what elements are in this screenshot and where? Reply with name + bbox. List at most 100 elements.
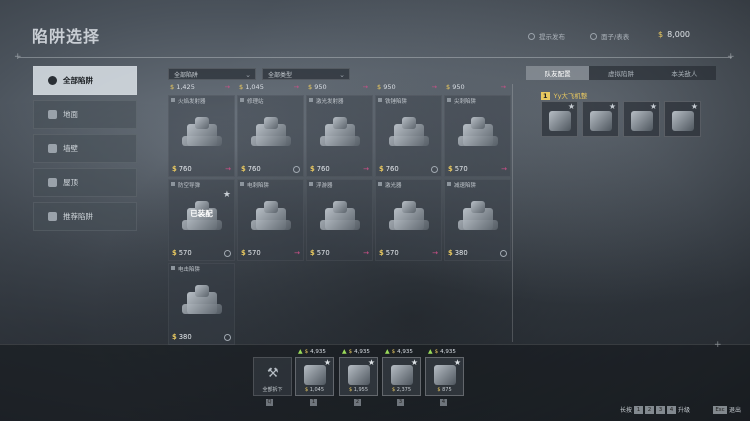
trap-icon [304, 365, 326, 385]
hotkey-label: 1 [310, 399, 317, 406]
gear-icon [224, 250, 231, 257]
teammate-trap-slot[interactable]: ★ [623, 101, 660, 137]
trap-name: 浮游器 [309, 182, 333, 189]
corner-mark: + [714, 340, 722, 350]
trap-model-image [386, 114, 433, 154]
trap-model-image [455, 198, 502, 238]
trap-card[interactable]: 激光器 $570 → [375, 179, 442, 261]
sidebar-item-floor[interactable]: 地面 [33, 100, 137, 129]
trap-price: $380 [172, 333, 192, 341]
hotbar-slot-3[interactable]: ★ $ 2,375 [382, 357, 421, 396]
upgrade-arrow-icon: ▲ [428, 348, 433, 355]
teammate-trap-slot[interactable]: ★ [541, 101, 578, 137]
tab-level-enemies[interactable]: 本关敌人 [653, 66, 716, 80]
remove-all-slot[interactable]: ⚒ 全部拆下 [253, 357, 292, 396]
trap-name: 火焰发射器 [171, 98, 206, 105]
trap-model-image [179, 282, 226, 322]
trap-card[interactable]: 电击陷阱 $380 [168, 263, 235, 345]
tab-team-config[interactable]: 队友配置 [526, 66, 590, 80]
right-panel-tabs: 队友配置 虚拟陷阱 本关敌人 [526, 66, 716, 80]
recommended-icon [48, 212, 57, 221]
trap-name: 减速陷阱 [446, 182, 477, 189]
hotkey-label: 2 [354, 399, 361, 406]
trap-name: 激光器 [378, 182, 402, 189]
trap-icon [631, 111, 653, 131]
sidebar-item-recommended[interactable]: 推荐陷阱 [33, 202, 137, 231]
trap-price: $570 [310, 249, 330, 257]
gear-icon [293, 166, 300, 173]
upgrade-arrow-icon: ▲ [342, 348, 347, 355]
trap-card[interactable]: 减速陷阱 $380 [444, 179, 511, 261]
trap-name: 防空导弹 [170, 182, 201, 189]
ceiling-icon [48, 178, 57, 187]
trap-card[interactable]: 防空导弹 $570 ★ 已装配 [168, 179, 235, 261]
teammate-trap-slot[interactable]: ★ [582, 101, 619, 137]
hint-icon [528, 32, 535, 40]
upgrade-cost: ▲ $4,935 [428, 348, 456, 355]
trap-icon [549, 111, 571, 131]
trap-price: $760 [241, 165, 261, 173]
trap-model-image [179, 114, 226, 154]
hotbar-slot-1[interactable]: ★ $ 1,045 [295, 357, 334, 396]
star-icon: ★ [567, 102, 575, 111]
trap-price: $570 [241, 249, 261, 257]
trap-filter-dropdown[interactable]: 全部陷阱 ⌄ [168, 68, 256, 80]
trap-card[interactable]: 尖刺陷阱 $570 → [444, 95, 511, 177]
row-price: $ 1,045 → [239, 83, 299, 91]
category-sidebar: 全部陷阱 地面 墙壁 屋顶 推荐陷阱 [33, 66, 137, 236]
star-icon: ★ [222, 190, 231, 200]
hotkey-label: 4 [440, 399, 447, 406]
header-divider [18, 57, 732, 58]
trap-model-image [248, 198, 295, 238]
tab-virtual-traps[interactable]: 虚拟陷阱 [589, 66, 652, 80]
upgrade-cost: ▲ $4,935 [298, 348, 326, 355]
hotkey-label: 3 [397, 399, 404, 406]
upgrade-cost: ▲ $4,935 [385, 348, 413, 355]
trap-icon [590, 111, 612, 131]
trap-card[interactable]: 铁锤陷阱 $760 [375, 95, 442, 177]
hotkey-label: Q [266, 399, 273, 406]
type-filter-dropdown[interactable]: 全部类型 ⌄ [262, 68, 350, 80]
upgrade-arrow-icon: → [363, 165, 369, 173]
exit-hint[interactable]: Esc 退出 [713, 405, 741, 414]
row-price: $ 950 → [446, 83, 506, 91]
hotbar-slot-2[interactable]: ★ $ 1,955 [339, 357, 378, 396]
upgrade-cost: ▲ $4,935 [342, 348, 370, 355]
trap-card[interactable]: 激光发射器 $760 → [306, 95, 373, 177]
hotbar-slot-4[interactable]: ★ $ 875 [425, 357, 464, 396]
trap-name: 铁锤陷阱 [377, 98, 408, 105]
trap-price: $380 [448, 249, 468, 257]
trap-card[interactable]: 修理站 $760 [237, 95, 304, 177]
face-icon [590, 32, 597, 40]
gear-icon [500, 250, 507, 257]
star-icon: ★ [608, 102, 616, 111]
trap-name: 激光发射器 [309, 98, 344, 105]
upgrade-arrow-icon: ▲ [298, 348, 303, 355]
trap-icon [672, 111, 694, 131]
trap-icon [434, 365, 456, 385]
upgrade-hint: 长按 1 2 3 4 升级 [620, 405, 691, 414]
wall-icon [48, 144, 57, 153]
trap-card[interactable]: 火焰发射器 $760 → [168, 95, 235, 177]
trap-icon [348, 365, 370, 385]
sidebar-item-ceiling[interactable]: 屋顶 [33, 168, 137, 197]
trap-icon [391, 365, 413, 385]
trap-card[interactable]: 电刺陷阱 $570 → [237, 179, 304, 261]
trap-price: $760 [379, 165, 399, 173]
trap-model-image [248, 114, 295, 154]
trap-price: $760 [310, 165, 330, 173]
trap-model-image [317, 198, 364, 238]
trap-name: 电刺陷阱 [239, 182, 270, 189]
floor-icon [48, 110, 57, 119]
trap-name: 电击陷阱 [170, 266, 201, 273]
sidebar-item-wall[interactable]: 墙壁 [33, 134, 137, 163]
sidebar-item-all[interactable]: 全部陷阱 [33, 66, 137, 95]
chevron-down-icon: ⌄ [245, 71, 251, 79]
upgrade-arrow-icon: ▲ [385, 348, 390, 355]
page-title: 陷阱选择 [32, 27, 101, 46]
teammate-trap-slot[interactable]: ★ [664, 101, 701, 137]
trap-card[interactable]: 浮游器 $570 → [306, 179, 373, 261]
previous-row-prices: $ 1,425 → $ 1,045 → $ 950 → $ 950 → $ 950 → [167, 83, 512, 93]
trap-model-image [386, 198, 433, 238]
corner-mark: + [14, 52, 22, 62]
